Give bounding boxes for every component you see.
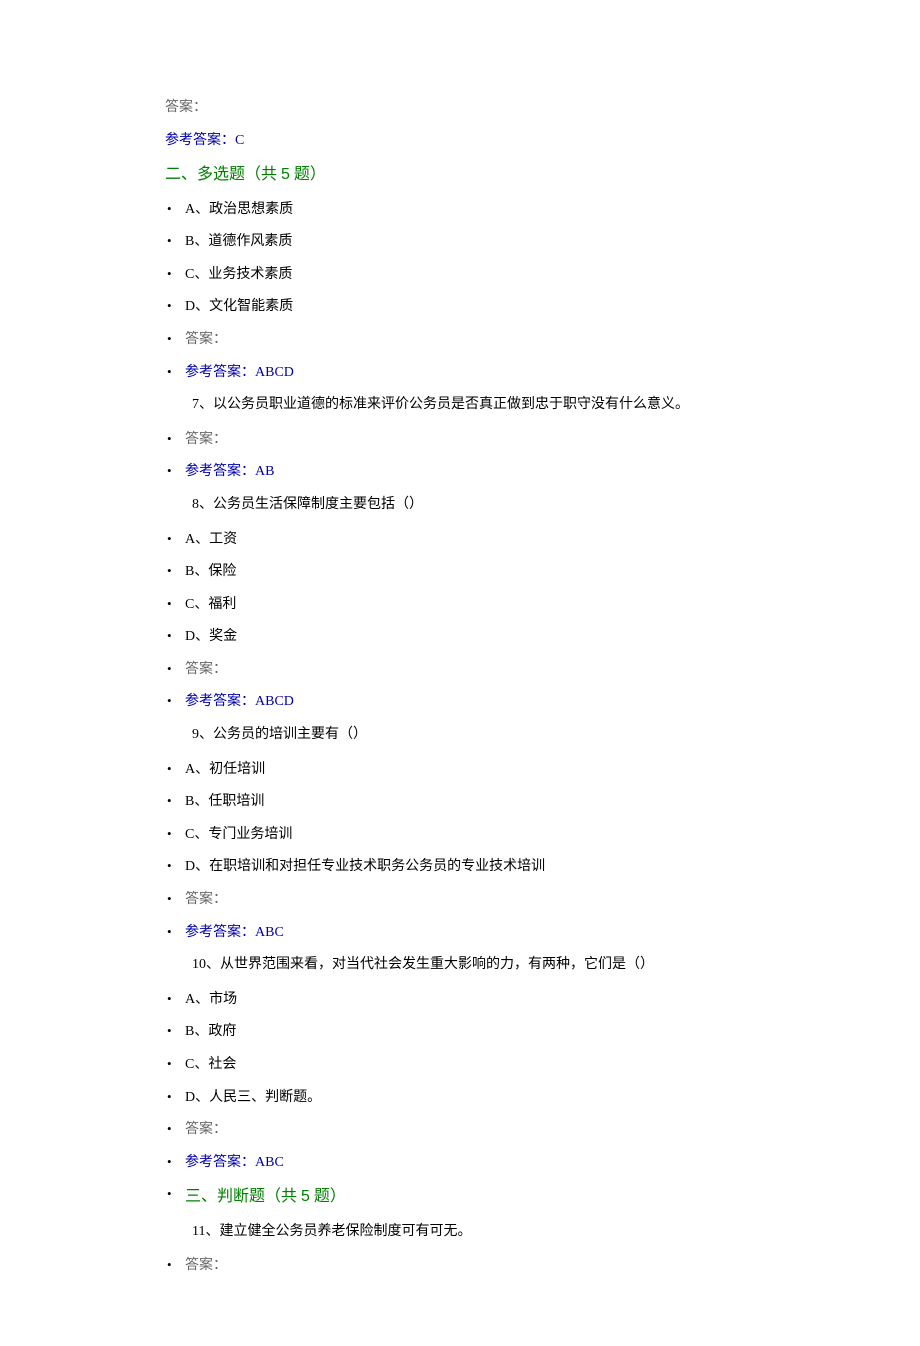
section-3-item: 三、判断题（共 5 题） <box>165 1182 920 1212</box>
question-9-options: A、初任培训 B、任职培训 C、专门业务培训 D、在职培训和对担任专业技术职务公… <box>0 757 920 947</box>
question-11-answers: 答案： <box>0 1253 920 1280</box>
section-2-title: 二、多选题（共 5 题） <box>0 160 920 190</box>
question-9: 9、公务员的培训主要有（） <box>0 722 920 749</box>
option-d: D、在职培训和对担任专业技术职务公务员的专业技术培训 <box>165 854 920 881</box>
question-8-options: A、工资 B、保险 C、福利 D、奖金 答案： 参考答案：ABCD <box>0 527 920 717</box>
option-b: B、保险 <box>165 559 920 586</box>
option-a: A、初任培训 <box>165 757 920 784</box>
question-6-options: A、政治思想素质 B、道德作风素质 C、业务技术素质 D、文化智能素质 答案： … <box>0 197 920 387</box>
option-a: A、工资 <box>165 527 920 554</box>
option-a: A、市场 <box>165 987 920 1014</box>
section-2-prefix: 二、多选题（共 <box>165 166 281 183</box>
option-b: B、道德作风素质 <box>165 229 920 256</box>
section-3-title: 三、判断题（共 5 题） <box>185 1188 346 1205</box>
section-2-suffix: 题） <box>290 166 326 183</box>
option-c: C、福利 <box>165 592 920 619</box>
answer-label: 答案： <box>165 1117 920 1144</box>
option-d: D、人民三、判断题。 <box>165 1085 920 1112</box>
answer-label: 答案： <box>165 1253 920 1280</box>
section-3-count: 5 <box>301 1188 310 1205</box>
option-d: D、奖金 <box>165 624 920 651</box>
option-b: B、政府 <box>165 1019 920 1046</box>
question-7-answers: 答案： 参考答案：AB <box>0 427 920 486</box>
option-c: C、专门业务培训 <box>165 822 920 849</box>
question-8: 8、公务员生活保障制度主要包括（） <box>0 492 920 519</box>
section-2-count: 5 <box>281 166 290 183</box>
option-c: C、业务技术素质 <box>165 262 920 289</box>
section-3-suffix: 题） <box>310 1188 346 1205</box>
option-d: D、文化智能素质 <box>165 294 920 321</box>
question-11: 11、建立健全公务员养老保险制度可有可无。 <box>0 1219 920 1246</box>
option-a: A、政治思想素质 <box>165 197 920 224</box>
answer-label: 答案： <box>165 887 920 914</box>
reference-answer: 参考答案：C <box>0 128 920 155</box>
question-7: 7、以公务员职业道德的标准来评价公务员是否真正做到忠于职守没有什么意义。 <box>0 392 920 419</box>
reference-answer: 参考答案：ABCD <box>165 360 920 387</box>
question-10-options: A、市场 B、政府 C、社会 D、人民三、判断题。 答案： 参考答案：ABC 三… <box>0 987 920 1213</box>
answer-label: 答案： <box>165 657 920 684</box>
reference-answer: 参考答案：ABC <box>165 920 920 947</box>
option-c: C、社会 <box>165 1052 920 1079</box>
reference-answer: 参考答案：ABC <box>165 1150 920 1177</box>
question-10: 10、从世界范围来看，对当代社会发生重大影响的力，有两种，它们是（） <box>0 952 920 979</box>
reference-answer: 参考答案：AB <box>165 459 920 486</box>
answer-label: 答案： <box>165 427 920 454</box>
answer-label: 答案： <box>0 95 920 122</box>
option-b: B、任职培训 <box>165 789 920 816</box>
answer-label: 答案： <box>165 327 920 354</box>
reference-answer: 参考答案：ABCD <box>165 689 920 716</box>
section-3-prefix: 三、判断题（共 <box>185 1188 301 1205</box>
